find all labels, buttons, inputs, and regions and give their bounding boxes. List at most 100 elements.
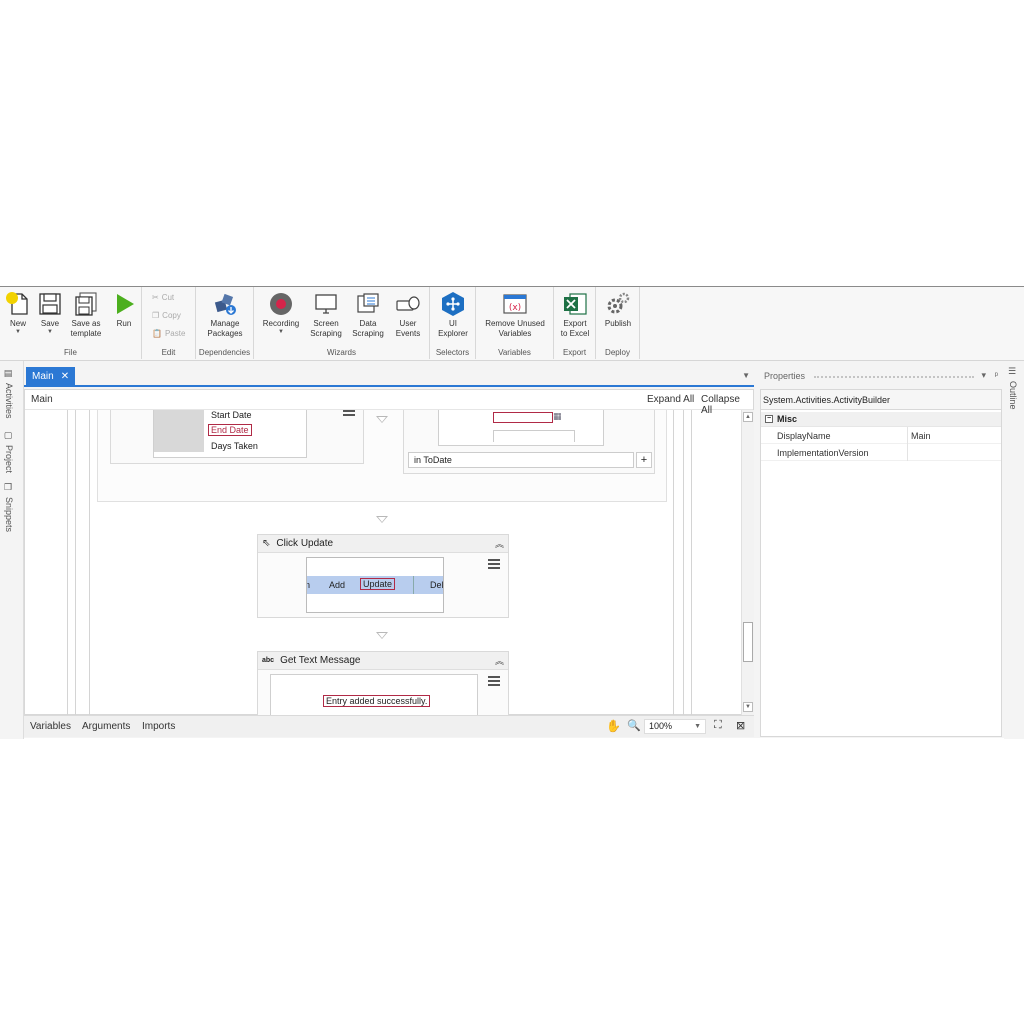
snippets-tab[interactable]: ❒ Snippets [4, 483, 14, 532]
ui-explorer-button[interactable]: UI Explorer [434, 291, 472, 339]
get-text-icon: abc [262, 657, 275, 664]
paste-button[interactable]: 📋 Paste [152, 329, 185, 338]
add-icon[interactable]: + [636, 452, 652, 468]
chevron-down-icon: ▼ [47, 329, 53, 335]
chevron-down-icon[interactable]: ▾ [982, 370, 987, 380]
activity-body[interactable]: ▦ in ToDate + [403, 410, 655, 474]
close-icon[interactable]: ✕ [61, 367, 69, 387]
outline-icon: ☰ [1008, 367, 1018, 377]
activity-menu-icon[interactable] [343, 410, 355, 420]
preview-list-item: Days Taken [211, 441, 258, 451]
right-panel-rail: ☰ Outline [1004, 361, 1024, 739]
imports-panel-tab[interactable]: Imports [142, 721, 175, 732]
click-update-activity[interactable]: ⇖ Click Update ︽ n Add Update Del [257, 534, 509, 618]
manage-packages-button[interactable]: Manage Packages [200, 291, 250, 339]
activity-menu-icon[interactable] [488, 676, 500, 686]
designer-canvas[interactable]: Start Date End Date Days Taken ▦ in ToDa… [25, 410, 741, 716]
remove-unused-variables-button[interactable]: (x) Remove Unused Variables [480, 291, 550, 339]
collapse-icon[interactable]: − [765, 415, 773, 423]
workflow-designer: Main Expand All Collapse All Start Date … [24, 389, 754, 716]
studio-window: New ▼ Save ▼ Save as template Run File ✂… [0, 286, 1024, 739]
flow-arrow [376, 416, 388, 423]
property-name: DisplayName [777, 431, 831, 441]
copy-button[interactable]: ❐ Copy [152, 311, 181, 320]
ribbon: New ▼ Save ▼ Save as template Run File ✂… [0, 287, 1024, 361]
tab-main-label: Main [32, 371, 54, 382]
panel-controls: ▾ ᵖ [982, 370, 998, 381]
publish-label: Publish [604, 319, 632, 328]
new-button[interactable]: New ▼ [4, 291, 32, 336]
property-value[interactable]: Main [911, 431, 931, 441]
arguments-panel-tab[interactable]: Arguments [82, 721, 130, 732]
new-button-label: New [9, 319, 26, 328]
property-row[interactable]: ImplementationVersion [761, 444, 1001, 461]
vertical-scrollbar[interactable]: ▲ ▼ [741, 410, 754, 716]
pin-icon[interactable]: ᵖ [995, 370, 998, 380]
properties-body: System.Activities.ActivityBuilder − Misc… [760, 389, 1002, 737]
zoom-value: 100% [649, 721, 673, 731]
preview-highlighted-field [493, 412, 553, 423]
zoom-icon[interactable]: 🔍 [627, 719, 641, 732]
activity-body[interactable]: Start Date End Date Days Taken [110, 410, 364, 464]
pan-hand-icon[interactable]: ✋ [606, 719, 621, 733]
ribbon-group-edit: ✂ Cut ❐ Copy 📋 Paste Edit [142, 287, 196, 359]
project-tab[interactable]: ▢ Project [4, 431, 14, 473]
breadcrumb[interactable]: Main [31, 394, 53, 405]
ui-explorer-icon [442, 292, 464, 316]
category-label: Misc [777, 414, 798, 424]
cut-label: Cut [161, 293, 175, 302]
variables-panel-tab[interactable]: Variables [30, 721, 71, 732]
activity-title: Click Update [276, 538, 334, 549]
export-to-excel-label: Export to Excel [560, 319, 590, 338]
get-text-message-activity[interactable]: abc Get Text Message ︽ Entry added succe… [257, 651, 509, 716]
property-row[interactable]: DisplayName Main [761, 427, 1001, 444]
ribbon-group-label: Edit [161, 348, 176, 357]
tab-list-dropdown[interactable]: ▼ [742, 371, 750, 380]
gears-icon [607, 292, 630, 314]
fit-to-screen-icon[interactable]: ⛶ [714, 719, 722, 732]
scrollbar-thumb[interactable] [743, 622, 753, 662]
sequence-border [691, 410, 692, 716]
scroll-up-arrow[interactable]: ▲ [743, 412, 753, 422]
column-divider [907, 427, 908, 444]
new-file-icon [6, 292, 28, 315]
screen-scraping-button[interactable]: Screen Scraping [306, 291, 346, 339]
chevron-down-icon: ▼ [278, 329, 284, 335]
save-button-label: Save [40, 319, 60, 328]
tab-main[interactable]: Main ✕ [26, 367, 76, 387]
user-events-button[interactable]: User Events [390, 291, 426, 339]
calendar-icon: ▦ [553, 411, 562, 421]
run-button[interactable]: Run [110, 291, 138, 329]
preview-highlighted-item: End Date [208, 424, 252, 436]
save-button[interactable]: Save ▼ [36, 291, 64, 336]
export-to-excel-button[interactable]: Export to Excel [558, 291, 592, 339]
activity-title: Get Text Message [280, 655, 361, 666]
ribbon-group-wizards: Recording ▼ Screen Scraping Data Scrapin… [254, 287, 430, 359]
flow-arrow [376, 516, 388, 523]
svg-text:(x): (x) [509, 303, 521, 313]
collapse-icon[interactable]: ︽ [495, 654, 504, 667]
sequence-border [673, 410, 674, 716]
data-scraping-button[interactable]: Data Scraping [348, 291, 388, 339]
activity-menu-icon[interactable] [488, 559, 500, 569]
save-as-template-button[interactable]: Save as template [66, 291, 106, 339]
activities-tab-label: Activities [4, 383, 14, 419]
left-panel-rail: ▤ Activities ▢ Project ❒ Snippets [0, 361, 24, 739]
panel-drag-grip[interactable] [814, 376, 974, 378]
property-category[interactable]: − Misc [761, 412, 1001, 427]
publish-button[interactable]: Publish [600, 291, 636, 329]
overview-map-icon[interactable]: ⊠ [736, 719, 745, 732]
document-tab-strip: Main ✕ ▼ [24, 367, 754, 387]
todate-input[interactable]: in ToDate [408, 452, 634, 468]
zoom-select[interactable]: 100% ▼ [644, 719, 706, 734]
outline-tab[interactable]: ☰ Outline [1008, 367, 1018, 410]
data-table-icon [357, 293, 379, 313]
scroll-down-arrow[interactable]: ▼ [743, 702, 753, 712]
excel-icon [564, 293, 587, 315]
container-activity[interactable]: Start Date End Date Days Taken ▦ in ToDa… [97, 410, 667, 502]
activities-tab[interactable]: ▤ Activities [4, 369, 14, 419]
collapse-icon[interactable]: ︽ [495, 537, 504, 550]
recording-button[interactable]: Recording ▼ [260, 291, 302, 336]
cut-button[interactable]: ✂ Cut [152, 293, 174, 302]
expand-all-link[interactable]: Expand All [647, 394, 694, 405]
